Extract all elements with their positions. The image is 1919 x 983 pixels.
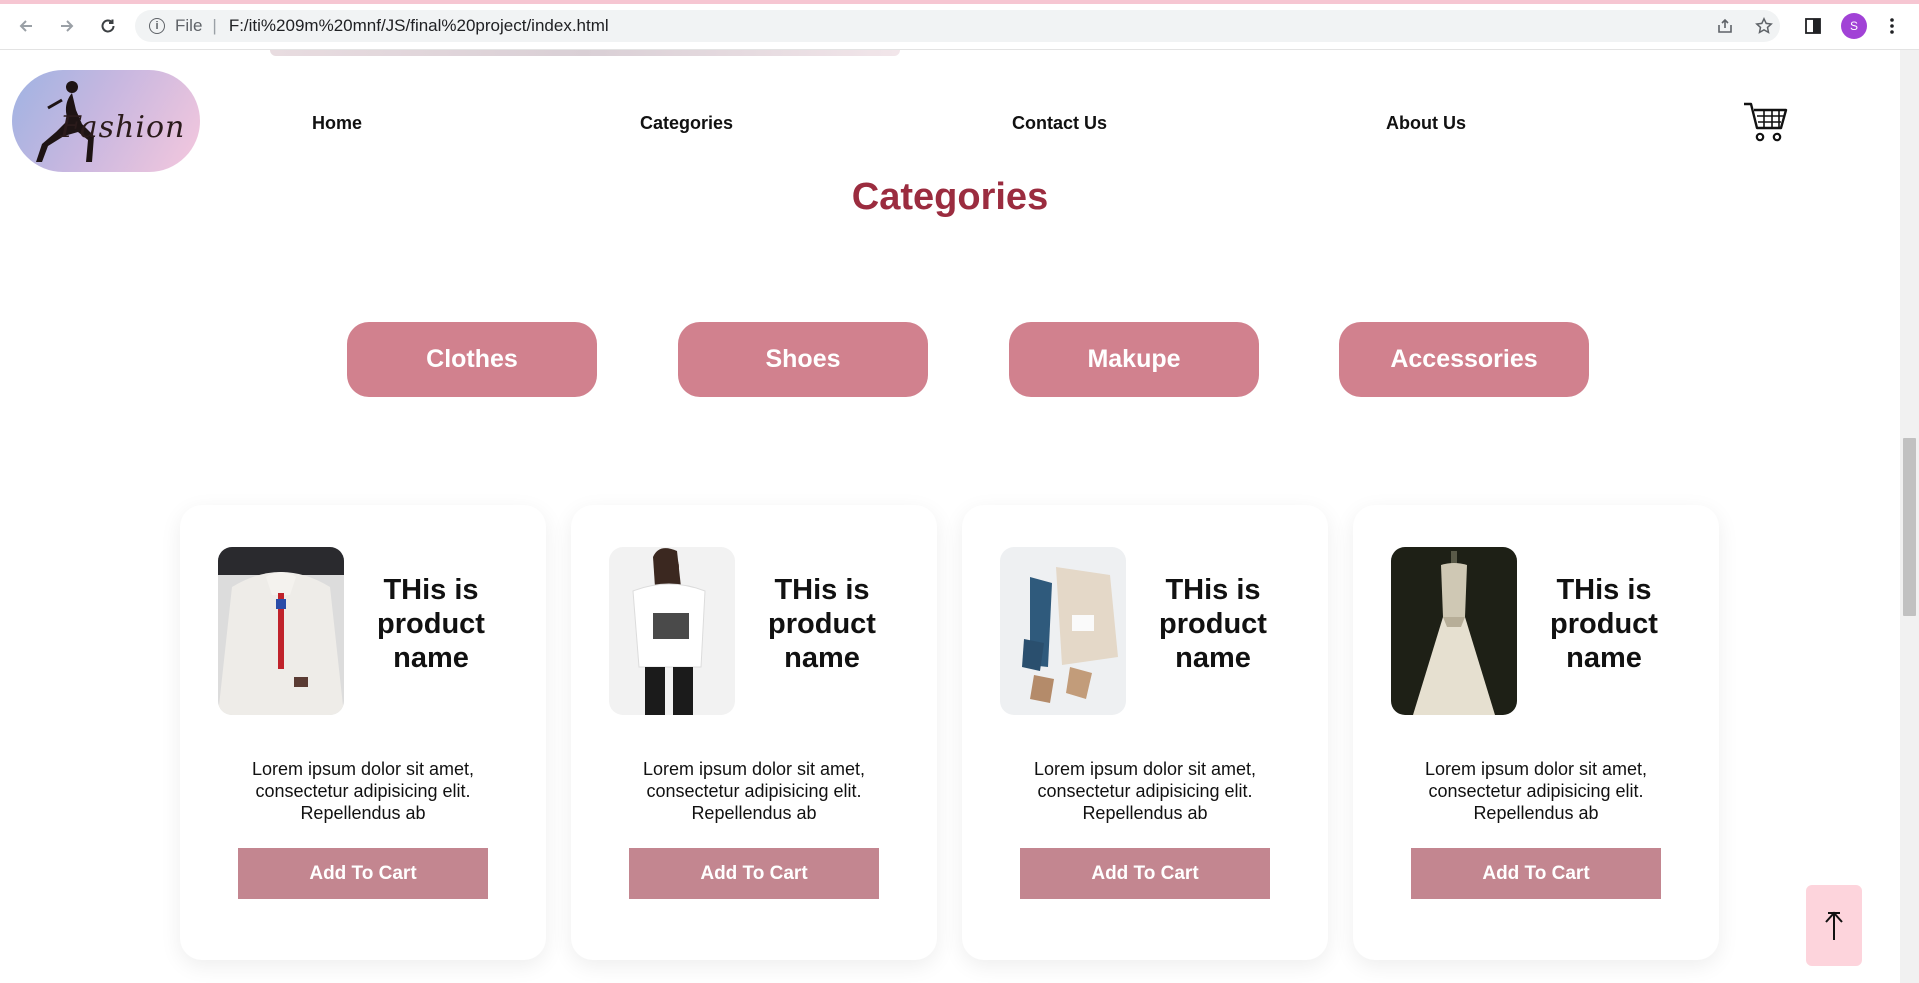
product-description: Lorem ipsum dolor sit amet, consectetur … [1424, 759, 1648, 823]
profile-avatar[interactable]: S [1841, 13, 1867, 39]
product-image-tshirt [609, 547, 735, 715]
category-clothes-button[interactable]: Clothes [347, 322, 597, 397]
side-panel-button[interactable] [1800, 12, 1826, 40]
product-card: THis is product name Lorem ipsum dolor s… [571, 505, 937, 960]
bookmark-button[interactable] [1751, 12, 1777, 40]
product-name: THis is product name [377, 574, 485, 674]
site-info-icon[interactable]: i [149, 18, 165, 34]
category-accessories-button[interactable]: Accessories [1339, 322, 1589, 397]
add-to-cart-button[interactable]: Add To Cart [629, 848, 879, 899]
add-to-cart-button[interactable]: Add To Cart [1411, 848, 1661, 899]
scrollbar-thumb[interactable] [1903, 438, 1916, 616]
nav-categories[interactable]: Categories [640, 113, 733, 134]
nav-about-us[interactable]: About Us [1386, 113, 1466, 134]
browser-menu-button[interactable] [1882, 12, 1902, 40]
add-to-cart-button[interactable]: Add To Cart [1020, 848, 1270, 899]
site-logo[interactable]: Fashion [12, 70, 200, 172]
arrow-up-icon [1825, 910, 1843, 940]
arrow-right-icon [61, 20, 74, 32]
address-bar[interactable]: i File | F:/iti%209m%20mnf/JS/final%20pr… [135, 10, 1780, 42]
tab-strip [0, 0, 1919, 4]
category-makeup-button[interactable]: Makupe [1009, 322, 1259, 397]
hero-image-edge [270, 50, 900, 56]
back-button[interactable] [12, 12, 40, 40]
reload-icon [101, 19, 115, 33]
product-card: THis is product name Lorem ipsum dolor s… [180, 505, 546, 960]
product-image-outfit [1000, 547, 1126, 715]
product-name: THis is product name [1550, 574, 1658, 674]
scroll-to-top-button[interactable] [1806, 885, 1862, 966]
url-separator: | [212, 16, 217, 35]
page-scrollbar[interactable] [1900, 50, 1919, 983]
logo-text: Fashion [60, 110, 186, 145]
reload-button[interactable] [94, 12, 122, 40]
share-icon [1718, 18, 1732, 33]
product-description: Lorem ipsum dolor sit amet, consectetur … [642, 759, 866, 823]
star-icon [1755, 17, 1773, 34]
browser-toolbar: i File | F:/iti%209m%20mnf/JS/final%20pr… [0, 0, 1919, 50]
product-card: THis is product name Lorem ipsum dolor s… [1353, 505, 1719, 960]
product-description: Lorem ipsum dolor sit amet, consectetur … [251, 759, 475, 823]
product-card: THis is product name Lorem ipsum dolor s… [962, 505, 1328, 960]
arrow-left-icon [19, 20, 32, 32]
product-image-fleece [218, 547, 344, 715]
share-button[interactable] [1712, 12, 1738, 40]
more-vertical-icon [1890, 18, 1894, 34]
category-shoes-button[interactable]: Shoes [678, 322, 928, 397]
side-panel-icon [1805, 18, 1821, 34]
product-name: THis is product name [1159, 574, 1267, 674]
shopping-cart-icon [1744, 102, 1788, 142]
categories-title: Categories [851, 176, 1049, 218]
cart-button[interactable] [1742, 100, 1788, 144]
product-description: Lorem ipsum dolor sit amet, consectetur … [1033, 759, 1257, 823]
nav-home[interactable]: Home [312, 113, 362, 134]
nav-contact-us[interactable]: Contact Us [1012, 113, 1107, 134]
forward-button[interactable] [53, 12, 81, 40]
add-to-cart-button[interactable]: Add To Cart [238, 848, 488, 899]
url-text[interactable]: F:/iti%209m%20mnf/JS/final%20project/ind… [229, 16, 609, 36]
url-scheme: File [175, 16, 203, 35]
product-image-dress [1391, 547, 1517, 715]
product-name: THis is product name [768, 574, 876, 674]
